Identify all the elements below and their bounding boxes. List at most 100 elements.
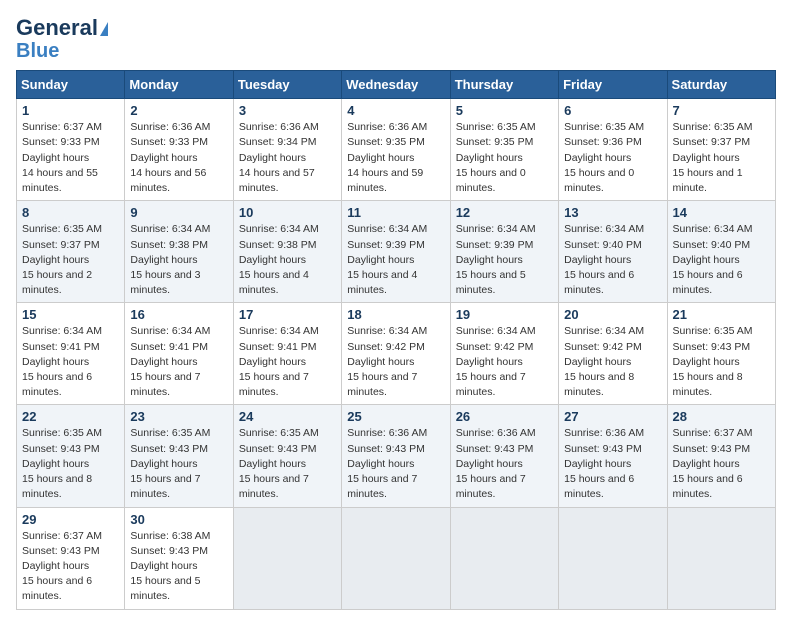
day-number: 21 <box>673 307 770 322</box>
calendar-cell: 10 Sunrise: 6:34 AMSunset: 9:38 PMDayligh… <box>233 201 341 303</box>
calendar-cell: 18 Sunrise: 6:34 AMSunset: 9:42 PMDayligh… <box>342 303 450 405</box>
calendar-cell: 21 Sunrise: 6:35 AMSunset: 9:43 PMDayligh… <box>667 303 775 405</box>
calendar-week-row: 8 Sunrise: 6:35 AMSunset: 9:37 PMDaylight… <box>17 201 776 303</box>
weekday-header-cell: Tuesday <box>233 71 341 99</box>
day-info: Sunrise: 6:34 AMSunset: 9:41 PMDaylight … <box>239 324 336 400</box>
day-number: 18 <box>347 307 444 322</box>
day-info: Sunrise: 6:36 AMSunset: 9:34 PMDaylight … <box>239 120 336 196</box>
day-number: 8 <box>22 205 119 220</box>
calendar-cell: 30 Sunrise: 6:38 AMSunset: 9:43 PMDayligh… <box>125 507 233 609</box>
calendar-cell <box>559 507 667 609</box>
calendar-cell <box>342 507 450 609</box>
day-number: 12 <box>456 205 553 220</box>
calendar-cell: 19Sunrise: 6:34 AMSunset: 9:42 PMDayligh… <box>450 303 558 405</box>
day-info: Sunrise: 6:35 AMSunset: 9:36 PMDaylight … <box>564 120 661 196</box>
calendar-cell: 7 Sunrise: 6:35 AMSunset: 9:37 PMDaylight… <box>667 99 775 201</box>
day-info: Sunrise: 6:35 AMSunset: 9:35 PMDaylight … <box>456 120 553 196</box>
day-info: Sunrise: 6:37 AMSunset: 9:43 PMDaylight … <box>22 529 119 605</box>
day-number: 23 <box>130 409 227 424</box>
day-number: 5 <box>456 103 553 118</box>
day-info: Sunrise: 6:34 AMSunset: 9:38 PMDaylight … <box>130 222 227 298</box>
calendar-cell: 28 Sunrise: 6:37 AMSunset: 9:43 PMDayligh… <box>667 405 775 507</box>
day-info: Sunrise: 6:34 AMSunset: 9:40 PMDaylight … <box>564 222 661 298</box>
day-info: Sunrise: 6:36 AMSunset: 9:43 PMDaylight … <box>456 426 553 502</box>
day-info: Sunrise: 6:34 AMSunset: 9:42 PMDaylight … <box>347 324 444 400</box>
calendar-header-row: SundayMondayTuesdayWednesdayThursdayFrid… <box>17 71 776 99</box>
day-info: Sunrise: 6:37 AMSunset: 9:33 PMDaylight … <box>22 120 119 196</box>
day-info: Sunrise: 6:36 AMSunset: 9:33 PMDaylight … <box>130 120 227 196</box>
calendar-week-row: 29 Sunrise: 6:37 AMSunset: 9:43 PMDayligh… <box>17 507 776 609</box>
day-number: 10 <box>239 205 336 220</box>
weekday-header-cell: Sunday <box>17 71 125 99</box>
day-info: Sunrise: 6:35 AMSunset: 9:37 PMDaylight … <box>673 120 770 196</box>
calendar-cell: 23Sunrise: 6:35 AMSunset: 9:43 PMDayligh… <box>125 405 233 507</box>
calendar-table: SundayMondayTuesdayWednesdayThursdayFrid… <box>16 70 776 609</box>
day-info: Sunrise: 6:38 AMSunset: 9:43 PMDaylight … <box>130 529 227 605</box>
calendar-cell: 3Sunrise: 6:36 AMSunset: 9:34 PMDaylight… <box>233 99 341 201</box>
calendar-cell: 29 Sunrise: 6:37 AMSunset: 9:43 PMDayligh… <box>17 507 125 609</box>
day-info: Sunrise: 6:34 AMSunset: 9:39 PMDaylight … <box>456 222 553 298</box>
calendar-week-row: 22 Sunrise: 6:35 AMSunset: 9:43 PMDayligh… <box>17 405 776 507</box>
day-info: Sunrise: 6:36 AMSunset: 9:43 PMDaylight … <box>347 426 444 502</box>
weekday-header-cell: Wednesday <box>342 71 450 99</box>
day-number: 29 <box>22 512 119 527</box>
day-info: Sunrise: 6:35 AMSunset: 9:43 PMDaylight … <box>239 426 336 502</box>
day-number: 14 <box>673 205 770 220</box>
calendar-cell: 6 Sunrise: 6:35 AMSunset: 9:36 PMDaylight… <box>559 99 667 201</box>
calendar-cell: 15 Sunrise: 6:34 AMSunset: 9:41 PMDayligh… <box>17 303 125 405</box>
day-number: 22 <box>22 409 119 424</box>
weekday-header-cell: Thursday <box>450 71 558 99</box>
day-info: Sunrise: 6:35 AMSunset: 9:37 PMDaylight … <box>22 222 119 298</box>
calendar-cell: 24 Sunrise: 6:35 AMSunset: 9:43 PMDayligh… <box>233 405 341 507</box>
page-header: General Blue <box>16 16 776 62</box>
calendar-cell: 27 Sunrise: 6:36 AMSunset: 9:43 PMDayligh… <box>559 405 667 507</box>
day-info: Sunrise: 6:34 AMSunset: 9:40 PMDaylight … <box>673 222 770 298</box>
calendar-body: 1Sunrise: 6:37 AMSunset: 9:33 PMDaylight… <box>17 99 776 609</box>
calendar-week-row: 15 Sunrise: 6:34 AMSunset: 9:41 PMDayligh… <box>17 303 776 405</box>
day-number: 4 <box>347 103 444 118</box>
calendar-cell: 20 Sunrise: 6:34 AMSunset: 9:42 PMDayligh… <box>559 303 667 405</box>
day-info: Sunrise: 6:34 AMSunset: 9:41 PMDaylight … <box>130 324 227 400</box>
calendar-week-row: 1Sunrise: 6:37 AMSunset: 9:33 PMDaylight… <box>17 99 776 201</box>
calendar-cell: 26 Sunrise: 6:36 AMSunset: 9:43 PMDayligh… <box>450 405 558 507</box>
day-number: 16 <box>130 307 227 322</box>
calendar-cell: 17 Sunrise: 6:34 AMSunset: 9:41 PMDayligh… <box>233 303 341 405</box>
day-number: 27 <box>564 409 661 424</box>
calendar-cell <box>667 507 775 609</box>
calendar-cell: 13 Sunrise: 6:34 AMSunset: 9:40 PMDayligh… <box>559 201 667 303</box>
day-number: 20 <box>564 307 661 322</box>
calendar-cell: 14 Sunrise: 6:34 AMSunset: 9:40 PMDayligh… <box>667 201 775 303</box>
day-info: Sunrise: 6:34 AMSunset: 9:41 PMDaylight … <box>22 324 119 400</box>
weekday-header-cell: Friday <box>559 71 667 99</box>
day-number: 11 <box>347 205 444 220</box>
day-number: 17 <box>239 307 336 322</box>
logo-text: General <box>16 16 108 40</box>
calendar-cell: 1Sunrise: 6:37 AMSunset: 9:33 PMDaylight… <box>17 99 125 201</box>
day-info: Sunrise: 6:34 AMSunset: 9:38 PMDaylight … <box>239 222 336 298</box>
calendar-cell: 8 Sunrise: 6:35 AMSunset: 9:37 PMDaylight… <box>17 201 125 303</box>
day-number: 7 <box>673 103 770 118</box>
day-number: 24 <box>239 409 336 424</box>
day-info: Sunrise: 6:35 AMSunset: 9:43 PMDaylight … <box>22 426 119 502</box>
calendar-cell: 5 Sunrise: 6:35 AMSunset: 9:35 PMDaylight… <box>450 99 558 201</box>
day-info: Sunrise: 6:37 AMSunset: 9:43 PMDaylight … <box>673 426 770 502</box>
day-number: 2 <box>130 103 227 118</box>
calendar-cell <box>450 507 558 609</box>
day-number: 15 <box>22 307 119 322</box>
day-number: 9 <box>130 205 227 220</box>
day-number: 26 <box>456 409 553 424</box>
day-info: Sunrise: 6:36 AMSunset: 9:35 PMDaylight … <box>347 120 444 196</box>
day-info: Sunrise: 6:34 AMSunset: 9:42 PMDaylight … <box>564 324 661 400</box>
calendar-cell: 9 Sunrise: 6:34 AMSunset: 9:38 PMDaylight… <box>125 201 233 303</box>
day-number: 13 <box>564 205 661 220</box>
day-number: 30 <box>130 512 227 527</box>
day-info: Sunrise: 6:35 AMSunset: 9:43 PMDaylight … <box>673 324 770 400</box>
day-info: Sunrise: 6:36 AMSunset: 9:43 PMDaylight … <box>564 426 661 502</box>
day-number: 6 <box>564 103 661 118</box>
logo: General Blue <box>16 16 108 62</box>
day-number: 28 <box>673 409 770 424</box>
logo-subtext: Blue <box>16 40 59 62</box>
day-info: Sunrise: 6:34 AMSunset: 9:39 PMDaylight … <box>347 222 444 298</box>
day-number: 25 <box>347 409 444 424</box>
calendar-cell: 2 Sunrise: 6:36 AMSunset: 9:33 PMDaylight… <box>125 99 233 201</box>
